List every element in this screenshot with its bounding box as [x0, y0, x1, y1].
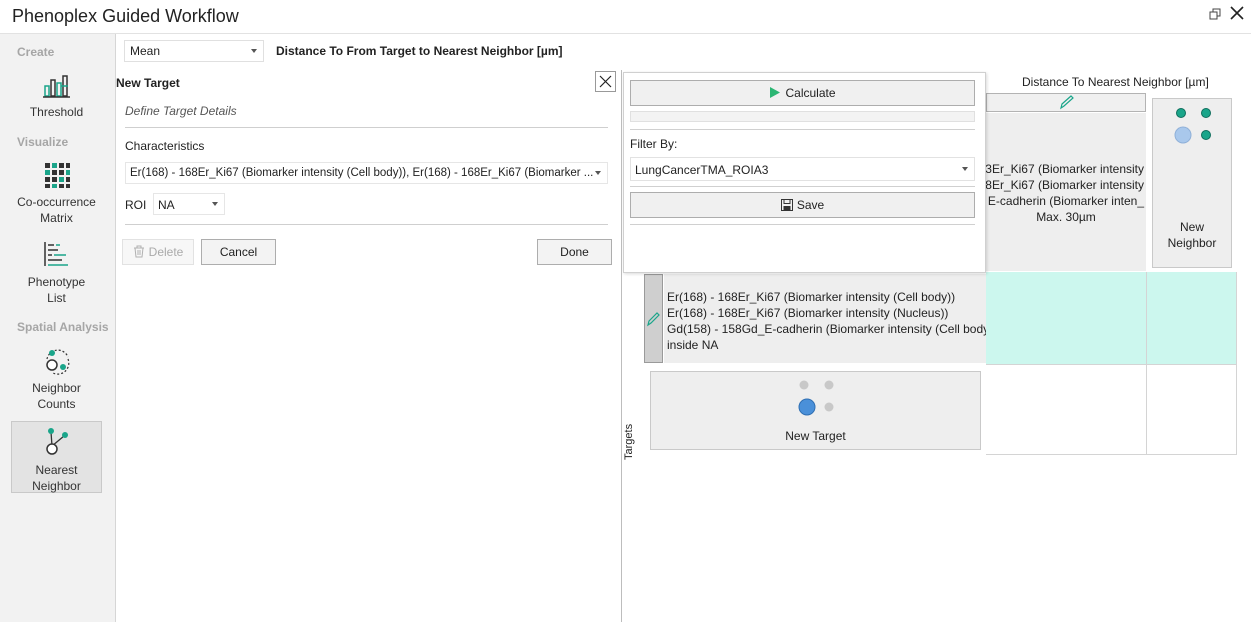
neighbor-line: _E-cadherin (Biomarker inten: [987, 194, 1144, 208]
save-button[interactable]: Save: [630, 192, 975, 218]
calculate-label: Calculate: [785, 86, 836, 100]
edit-neighbor-button[interactable]: [986, 93, 1146, 112]
calculate-popup: Calculate Filter By: LungCancerTMA_ROIA3…: [623, 72, 986, 273]
grid-line: [1236, 272, 1237, 454]
title-bar: Phenoplex Guided Workflow: [0, 0, 1251, 34]
panel-close-button[interactable]: [595, 71, 616, 92]
nearest-neighbor-icon: [45, 428, 68, 455]
neighbor-line: 8Er_Ki67 (Biomarker intensity: [986, 178, 1144, 192]
divider: [630, 224, 975, 225]
panel-subtitle: Define Target Details: [125, 104, 237, 118]
sidebar-item-phenotype-list[interactable]: Phenotype List: [11, 240, 102, 305]
progress-bar: [630, 111, 975, 122]
phenotype-list-icon: [43, 242, 68, 266]
panel-title: New Target: [116, 76, 180, 90]
sidebar-item-label: Nearest: [35, 463, 78, 477]
grid-line: [986, 454, 1237, 455]
new-neighbor-label-line: Neighbor: [1167, 236, 1217, 250]
section-visualize: Visualize: [17, 135, 69, 149]
matrix-cell-empty[interactable]: [1147, 272, 1236, 364]
new-target-label: New Target: [785, 429, 846, 443]
filter-select[interactable]: LungCancerTMA_ROIA3: [630, 157, 975, 181]
delete-label: Delete: [148, 245, 184, 259]
targets-axis-label: Targets: [623, 423, 635, 460]
roi-label: ROI: [125, 198, 147, 212]
chevron-down-icon: [962, 167, 968, 171]
workflow-sidebar: Create Threshold Visualize Co-occurrence…: [0, 34, 116, 622]
neighbor-max-distance: Max. 30µm: [1036, 210, 1096, 224]
target-line: Er(168) - 168Er_Ki67 (Biomarker intensit…: [667, 290, 956, 304]
neighbor-definition: 3Er_Ki67 (Biomarker intensity 8Er_Ki67 (…: [986, 113, 1146, 271]
edit-target-button[interactable]: [644, 274, 663, 363]
save-label: Save: [796, 198, 825, 212]
sidebar-item-label: Neighbor: [32, 381, 81, 395]
calculate-button[interactable]: Calculate: [630, 80, 975, 106]
sidebar-item-label: Co-occurrence: [17, 195, 96, 209]
pencil-icon: [647, 312, 660, 327]
chevron-down-icon: [212, 202, 218, 206]
divider: [125, 127, 608, 128]
section-create: Create: [17, 45, 55, 59]
divider: [125, 224, 608, 225]
play-icon: [770, 87, 781, 98]
delete-button[interactable]: Delete: [122, 239, 194, 265]
filter-value: LungCancerTMA_ROIA3: [635, 163, 769, 177]
column-header: Distance To Nearest Neighbor [µm]: [1022, 75, 1209, 89]
target-line: Gd(158) - 158Gd_E-cadherin (Biomarker in…: [667, 322, 986, 336]
matrix-grid-icon: [44, 163, 70, 188]
aggregate-select-value: Mean: [130, 44, 161, 58]
sidebar-item-label: List: [47, 291, 66, 305]
target-line: inside NA: [667, 338, 719, 352]
new-target-icon: [798, 380, 834, 416]
neighbor-characteristics: 3Er_Ki67 (Biomarker intensity 8Er_Ki67 (…: [986, 161, 1144, 209]
cancel-button[interactable]: Cancel: [201, 239, 276, 265]
close-icon: [599, 75, 612, 88]
neighbor-counts-icon: [45, 349, 69, 375]
grid-line: [1146, 272, 1147, 454]
measure-label: Distance To From Target to Nearest Neigh…: [276, 44, 563, 58]
close-window-icon[interactable]: [1229, 5, 1245, 21]
new-neighbor-button[interactable]: New Neighbor: [1152, 98, 1232, 268]
roi-value: NA: [158, 198, 175, 212]
sidebar-item-threshold[interactable]: Threshold: [11, 72, 102, 124]
divider: [630, 186, 975, 187]
neighbor-line: 3Er_Ki67 (Biomarker intensity: [986, 162, 1144, 176]
new-target-panel: New Target Define Target Details Charact…: [116, 70, 620, 622]
window-title: Phenoplex Guided Workflow: [12, 6, 239, 26]
sidebar-item-neighbor-counts[interactable]: Neighbor Counts: [11, 345, 102, 413]
filter-label: Filter By:: [630, 137, 678, 151]
new-neighbor-label: New Neighbor: [1153, 219, 1231, 251]
target-definition: Er(168) - 168Er_Ki67 (Biomarker intensit…: [664, 274, 986, 363]
target-line: Er(168) - 168Er_Ki67 (Biomarker intensit…: [667, 306, 949, 320]
sidebar-item-label: Counts: [37, 397, 76, 411]
done-button[interactable]: Done: [537, 239, 612, 265]
restore-window-icon[interactable]: [1209, 8, 1221, 20]
matrix-cell-result[interactable]: [986, 272, 1146, 364]
pencil-icon: [1060, 95, 1074, 110]
characteristics-label: Characteristics: [125, 139, 205, 153]
floppy-disk-icon: [780, 199, 793, 211]
characteristics-select[interactable]: Er(168) - 168Er_Ki67 (Biomarker intensit…: [125, 162, 608, 184]
divider: [630, 129, 975, 130]
new-neighbor-icon: [1174, 108, 1211, 144]
grid-line: [986, 364, 1237, 365]
sidebar-item-label: Phenotype: [27, 275, 86, 289]
characteristics-value: Er(168) - 168Er_Ki67 (Biomarker intensit…: [130, 167, 594, 179]
sidebar-item-label: Threshold: [29, 105, 84, 119]
sidebar-item-label: Matrix: [40, 211, 73, 225]
roi-select[interactable]: NA: [153, 193, 225, 215]
sidebar-item-label: Neighbor: [32, 479, 81, 493]
new-target-button[interactable]: New Target: [650, 371, 981, 450]
new-neighbor-label-line: New: [1179, 220, 1204, 234]
sidebar-item-nearest-neighbor[interactable]: Nearest Neighbor: [11, 421, 102, 493]
section-spatial-analysis: Spatial Analysis: [17, 320, 109, 334]
trash-icon: [133, 245, 144, 258]
chevron-down-icon: [595, 171, 601, 175]
threshold-icon: [42, 75, 70, 98]
sidebar-item-co-occurrence-matrix[interactable]: Co-occurrence Matrix: [11, 160, 102, 225]
chevron-down-icon: [251, 49, 257, 53]
aggregate-select[interactable]: Mean: [124, 40, 264, 62]
